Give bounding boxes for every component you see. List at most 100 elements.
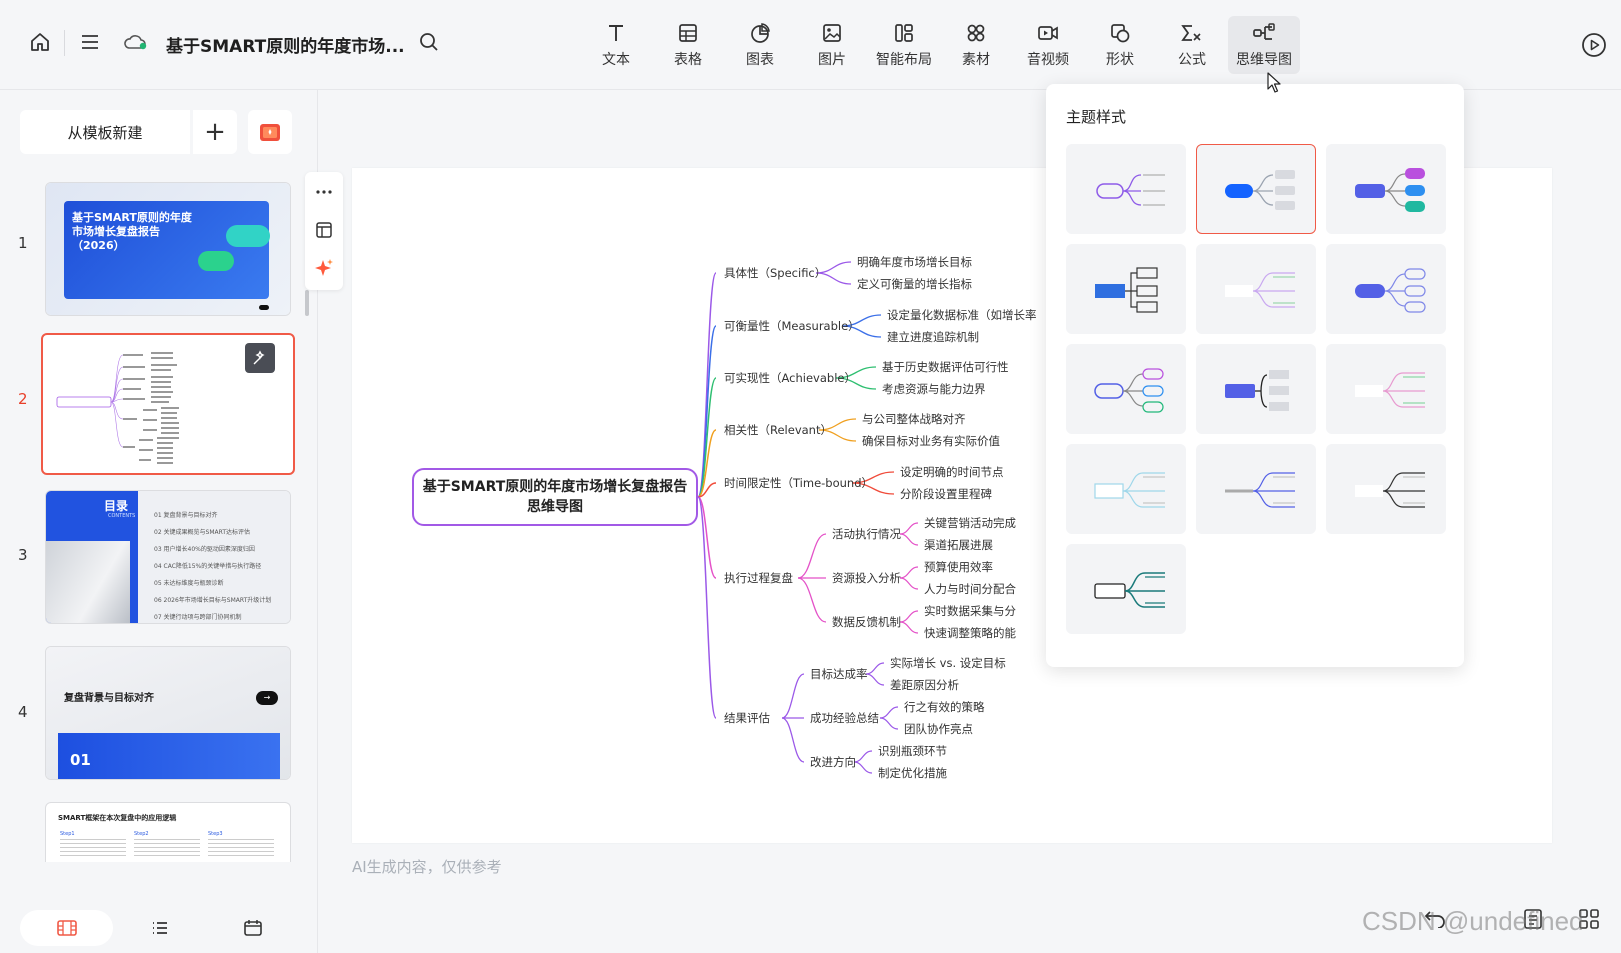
slide-5-title: SMART框架在本次复盘中的应用逻辑 bbox=[58, 814, 177, 822]
theme-style-option-outline-purple[interactable] bbox=[1066, 144, 1186, 234]
theme-style-option-indigo-bracket[interactable] bbox=[1196, 344, 1316, 434]
ai-magic-icon[interactable] bbox=[245, 343, 275, 373]
add-slide-button[interactable]: + bbox=[193, 110, 237, 154]
slide-thumbnail-1[interactable]: 基于SMART原则的年度市场增长复盘报告（2026） bbox=[45, 182, 291, 316]
theme-style-popup: 主题样式 bbox=[1046, 84, 1464, 667]
theme-style-option-solid-blue-gray[interactable] bbox=[1196, 144, 1316, 234]
theme-style-option-light-multicolor[interactable] bbox=[1196, 244, 1316, 334]
step-label: Step2 bbox=[134, 831, 149, 837]
theme-style-option-light-pink-green[interactable] bbox=[1326, 344, 1446, 434]
mindmap-branch[interactable]: 具体性（Specific） bbox=[724, 265, 826, 281]
connector-line bbox=[899, 621, 919, 634]
mindmap-leaf[interactable]: 与公司整体战略对齐 bbox=[862, 411, 966, 427]
theme-style-option-light-cyan[interactable] bbox=[1066, 444, 1186, 534]
panel-scrollbar[interactable] bbox=[305, 290, 309, 316]
slide-thumbnail-5[interactable]: SMART框架在本次复盘中的应用逻辑 Step1 Step2 Step3 bbox=[45, 802, 291, 862]
mindmap-leaf[interactable]: 团队协作亮点 bbox=[904, 721, 973, 737]
more-icon[interactable] bbox=[312, 180, 336, 204]
outline-view-button[interactable] bbox=[113, 910, 206, 946]
mindmap-leaf[interactable]: 实际增长 vs. 设定目标 bbox=[890, 655, 1006, 671]
mindmap-branch[interactable]: 结果评估 bbox=[724, 710, 770, 726]
mindmap-leaf[interactable]: 分阶段设置里程碑 bbox=[900, 486, 992, 502]
slide-side-tools bbox=[305, 172, 343, 290]
toc-title: 目录 bbox=[104, 499, 129, 513]
tool-formula[interactable]: 公式 bbox=[1156, 16, 1228, 74]
mindmap-branch[interactable]: 可衡量性（Measurable） bbox=[724, 318, 860, 334]
mindmap-leaf[interactable]: 定义可衡量的增长指标 bbox=[857, 276, 972, 292]
mindmap-subbranch[interactable]: 改进方向 bbox=[810, 754, 856, 770]
theme-style-option-indigo-outline-children[interactable] bbox=[1326, 244, 1446, 334]
filmstrip-view-button[interactable] bbox=[20, 910, 114, 946]
layout-icon[interactable] bbox=[312, 218, 336, 242]
mindmap-leaf[interactable]: 渠道拓展进展 bbox=[924, 537, 993, 553]
mindmap-subbranch[interactable]: 目标达成率 bbox=[810, 666, 868, 682]
tool-text[interactable]: 文本 bbox=[580, 16, 652, 74]
mindmap-leaf[interactable]: 明确年度市场增长目标 bbox=[857, 254, 972, 270]
tool-mindmap[interactable]: 思维导图 bbox=[1228, 16, 1300, 74]
tool-chart[interactable]: 图表 bbox=[724, 16, 796, 74]
theme-preview-icon bbox=[1225, 370, 1289, 411]
slide-thumbnail-4[interactable]: 复盘背景与目标对齐 → 01 bbox=[45, 646, 291, 780]
new-from-template-button[interactable]: 从模板新建 bbox=[20, 110, 190, 154]
mindmap-branch[interactable]: 可实现性（Achievable） bbox=[724, 370, 856, 386]
tool-label: 素材 bbox=[962, 51, 990, 68]
mindmap-leaf[interactable]: 行之有效的策略 bbox=[904, 699, 985, 715]
tool-smart-layout[interactable]: 智能布局 bbox=[868, 16, 940, 74]
play-icon[interactable] bbox=[1581, 32, 1607, 62]
theme-style-option-white-black[interactable] bbox=[1326, 444, 1446, 534]
mindmap-leaf[interactable]: 人力与时间分配合 bbox=[924, 581, 1016, 597]
mindmap-leaf[interactable]: 建立进度追踪机制 bbox=[887, 329, 979, 345]
mindmap-leaf[interactable]: 设定明确的时间节点 bbox=[900, 464, 1004, 480]
step-label: Step3 bbox=[208, 831, 223, 837]
connector-line bbox=[899, 577, 919, 590]
search-icon[interactable] bbox=[417, 30, 441, 54]
tool-shape[interactable]: 形状 bbox=[1084, 16, 1156, 74]
mindmap-branch[interactable]: 相关性（Relevant） bbox=[724, 422, 832, 438]
document-title[interactable]: 基于SMART原则的年度市场... bbox=[166, 32, 405, 57]
slide-thumbnail-2[interactable] bbox=[41, 333, 295, 475]
mindmap-subbranch[interactable]: 成功经验总结 bbox=[810, 710, 879, 726]
mindmap-leaf[interactable]: 快速调整策略的能 bbox=[924, 625, 1016, 641]
watermark: CSDN @undefined bbox=[1362, 906, 1584, 936]
theme-style-option-solid-indigo-color[interactable] bbox=[1326, 144, 1446, 234]
image-icon bbox=[820, 22, 844, 44]
mindmap-branch[interactable]: 时间限定性（Time-bound） bbox=[724, 475, 873, 491]
mindmap-leaf[interactable]: 基于历史数据评估可行性 bbox=[882, 359, 1009, 375]
theme-preview-icon bbox=[1355, 472, 1425, 508]
ai-sparkle-icon[interactable] bbox=[312, 256, 336, 280]
theme-style-option-box-blue[interactable] bbox=[1066, 244, 1186, 334]
tool-material[interactable]: 素材 bbox=[940, 16, 1012, 74]
tool-label: 图表 bbox=[746, 51, 774, 68]
home-icon[interactable] bbox=[28, 30, 52, 54]
theme-style-option-outline-multi[interactable] bbox=[1066, 344, 1186, 434]
smart-layout-icon bbox=[892, 22, 916, 44]
theme-style-option-gray-indigo[interactable] bbox=[1196, 444, 1316, 534]
tool-video[interactable]: 音视频 bbox=[1012, 16, 1084, 74]
mindmap-root-node[interactable]: 基于SMART原则的年度市场增长复盘报告 思维导图 bbox=[412, 468, 698, 526]
mindmap-subbranch[interactable]: 资源投入分析 bbox=[832, 570, 901, 586]
mindmap-leaf[interactable]: 制定优化措施 bbox=[878, 765, 947, 781]
mindmap-leaf[interactable]: 考虑资源与能力边界 bbox=[882, 381, 986, 397]
tool-label: 文本 bbox=[602, 51, 630, 68]
mindmap-leaf[interactable]: 实时数据采集与分 bbox=[924, 603, 1016, 619]
mindmap-leaf[interactable]: 设定量化数据标准（如增长率 bbox=[887, 307, 1037, 323]
tool-table[interactable]: 表格 bbox=[652, 16, 724, 74]
mindmap-leaf[interactable]: 差距原因分析 bbox=[890, 677, 959, 693]
mindmap-leaf[interactable]: 识别瓶颈环节 bbox=[878, 743, 947, 759]
mindmap-subbranch[interactable]: 活动执行情况 bbox=[832, 526, 901, 542]
mindmap-leaf[interactable]: 预算使用效率 bbox=[924, 559, 993, 575]
mindmap-leaf[interactable]: 关键营销活动完成 bbox=[924, 515, 1016, 531]
tool-image[interactable]: 图片 bbox=[796, 16, 868, 74]
connector-line bbox=[781, 673, 805, 719]
toc-subtitle: CONTENTS bbox=[108, 513, 136, 519]
connector-line bbox=[879, 706, 899, 719]
mindmap-branch[interactable]: 执行过程复盘 bbox=[724, 570, 793, 586]
notes-view-button[interactable] bbox=[207, 910, 300, 946]
connector-line bbox=[899, 566, 919, 579]
theme-style-option-outline-teal[interactable] bbox=[1066, 544, 1186, 634]
menu-icon[interactable] bbox=[78, 30, 102, 54]
gift-icon[interactable] bbox=[248, 110, 292, 154]
mindmap-leaf[interactable]: 确保目标对业务有实际价值 bbox=[862, 433, 1000, 449]
mindmap-subbranch[interactable]: 数据反馈机制 bbox=[832, 614, 901, 630]
slide-thumbnail-3[interactable]: 目录 CONTENTS 01 复盘背景与目标对齐 02 关键成果概览与SMART… bbox=[45, 490, 291, 624]
